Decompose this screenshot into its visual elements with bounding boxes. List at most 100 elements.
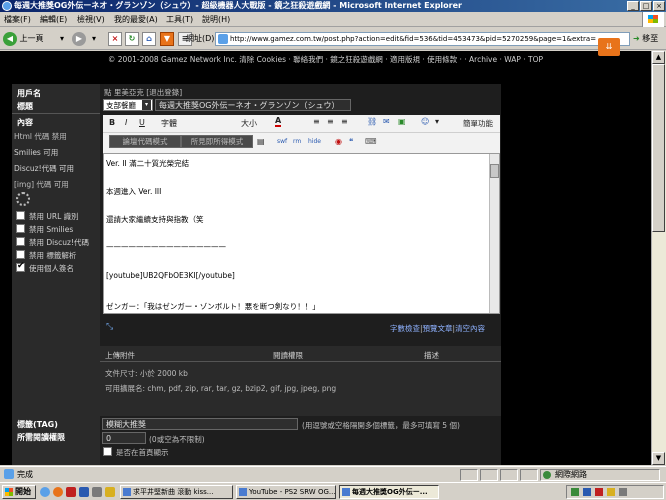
refresh-button[interactable]: ↻ (125, 32, 139, 46)
floating-download-icon[interactable]: ⇊ (598, 38, 620, 56)
taskbar-item[interactable]: YouTube - PS2 SRW OG... (236, 485, 336, 499)
font-select[interactable]: 字體 (161, 118, 177, 129)
windows-logo-icon (642, 12, 664, 27)
taskbar-item-active[interactable]: 每週大推獎OG外伝ー... (339, 485, 439, 499)
disable-discuz-checkbox[interactable] (16, 237, 25, 246)
disable-tag-parse-checkbox[interactable] (16, 250, 25, 259)
italic-button[interactable]: I (125, 118, 127, 127)
current-user-line: 點 里美亞克 [退出登錄] (104, 88, 183, 97)
email-icon[interactable]: ✉ (383, 117, 390, 126)
tray-icon[interactable] (595, 488, 603, 496)
html-code-status: Html 代碼 禁用 (14, 132, 67, 141)
clear-content-link[interactable]: 清空內容 (455, 324, 485, 333)
font-color-button[interactable]: A (275, 116, 282, 127)
minimize-button[interactable]: _ (627, 1, 639, 11)
tab-wysiwyg-mode[interactable]: 所見即所得模式 (181, 135, 253, 148)
address-bar[interactable]: http://www.gamez.com.tw/post.php?action=… (215, 32, 630, 46)
back-dropdown[interactable]: ▾ (60, 31, 70, 47)
quicklaunch-ie-icon[interactable] (40, 487, 50, 497)
read-permission-input[interactable]: 0 (102, 432, 146, 444)
hide-icon[interactable]: hide (308, 138, 321, 145)
code-icon[interactable]: ⌨ (365, 137, 377, 146)
category-value: 支部餐廳 (106, 101, 136, 110)
back-button[interactable]: ◀ 上一頁 (3, 31, 57, 47)
back-label: 上一頁 (19, 34, 44, 43)
maximize-button[interactable]: □ (640, 1, 652, 11)
quicklaunch-app-icon[interactable] (105, 487, 115, 497)
align-center-button[interactable]: ≡ (327, 117, 334, 126)
align-right-button[interactable]: ≡ (341, 117, 348, 126)
scroll-down-arrow[interactable]: ▼ (652, 452, 665, 465)
tags-input[interactable]: 模糊大推獎 (102, 418, 298, 430)
tray-icon[interactable] (607, 488, 615, 496)
forward-button[interactable]: ▶ (72, 31, 90, 47)
menu-bar: 檔案(F) 編輯(E) 檢視(V) 我的最愛(A) 工具(T) 說明(H) (0, 12, 666, 27)
toolbar: ◀ 上一頁 ▾ ▶ ▾ × ↻ ⌂ ▼ ≡ 網址(D) http://www.g… (0, 28, 666, 56)
disable-smilies-checkbox[interactable] (16, 224, 25, 233)
page-done-icon (4, 469, 14, 479)
align-left-button[interactable]: ≡ (313, 117, 320, 126)
close-button[interactable]: × (653, 1, 665, 11)
page-scroll-thumb[interactable] (652, 64, 665, 232)
use-signature-label: 使用個人簽名 (29, 264, 74, 273)
tray-icon[interactable] (619, 488, 627, 496)
scroll-up-arrow[interactable]: ▲ (652, 51, 665, 64)
subject-input[interactable]: 每週大推獎OG外伝ーネオ・グランゾン（シュウ） (155, 99, 351, 111)
menu-help[interactable]: 說明(H) (202, 14, 230, 25)
editor-scroll-thumb[interactable] (490, 164, 499, 178)
more-dropdown[interactable]: ▾ (435, 117, 439, 126)
quote-icon[interactable]: ❝ (349, 137, 353, 146)
home-button[interactable]: ⌂ (142, 32, 156, 46)
form-labels-column: 用戶名 標題 內容 Html 代碼 禁用 Smilies 可用 Discuz!代… (12, 84, 100, 465)
bold-button[interactable]: B (109, 118, 115, 127)
use-signature-checkbox[interactable] (16, 261, 25, 272)
img-code-status: [img] 代碼 可用 (14, 180, 69, 189)
menu-tools[interactable]: 工具(T) (166, 14, 193, 25)
start-button[interactable]: 開始 (2, 485, 36, 499)
tab-code-mode[interactable]: 論壇代碼模式 (109, 135, 181, 148)
smiley-icon[interactable]: ☺ (421, 117, 429, 126)
taskbar-item[interactable]: 求平井堅新曲 滾動 kiss... (120, 485, 233, 499)
underline-button[interactable]: U (139, 118, 145, 127)
quicklaunch-app-icon[interactable] (92, 487, 102, 497)
status-segment (500, 469, 518, 481)
simple-mode-toggle[interactable]: 簡單功能 (463, 118, 493, 129)
content-line: 還請大家繼續支持與指教（笑 (106, 215, 204, 224)
resize-handle-icon[interactable]: ⤡ (106, 322, 113, 332)
media-icon[interactable]: rm (293, 138, 301, 145)
image-icon[interactable]: ▣ (398, 117, 406, 126)
forward-arrow-icon: ▶ (72, 31, 86, 46)
smilies-status: Smilies 可用 (14, 148, 59, 157)
disable-smilies-label: 禁用 Smilies (29, 225, 74, 234)
quicklaunch-app-icon[interactable] (66, 487, 76, 497)
menu-file[interactable]: 檔案(F) (4, 14, 31, 25)
post-content-editor[interactable]: Ver. II 滿二十質光榮完結 本週進入 Ver. III 還請大家繼續支持與… (103, 153, 500, 314)
disable-url-checkbox[interactable] (16, 211, 25, 220)
subject-value: 每週大推獎OG外伝ーネオ・グランゾン（シュウ） (159, 101, 340, 110)
quicklaunch-app-icon[interactable] (79, 487, 89, 497)
quicklaunch-firefox-icon[interactable] (53, 487, 63, 497)
menu-edit[interactable]: 編輯(E) (40, 14, 67, 25)
editor-scrollbar[interactable] (489, 154, 499, 313)
content-line: ゼンガー：「我はゼンガー・ゾンボルト！悪を断つ剣なり！！」 (106, 302, 320, 311)
tray-icon[interactable] (571, 488, 579, 496)
hr-icon[interactable]: ▤ (257, 137, 265, 146)
download-button[interactable]: ▼ (160, 32, 174, 46)
rss-icon[interactable]: ◉ (335, 137, 342, 146)
link-icon[interactable]: ⛓ (367, 117, 377, 126)
tray-icon[interactable] (583, 488, 591, 496)
size-select[interactable]: 大小 (241, 118, 257, 129)
category-select[interactable]: 支部餐廳 ▾ (103, 99, 153, 111)
check-length-link[interactable]: 字數檢查 (390, 324, 420, 333)
filesize-note: 文件尺寸: 小於 2000 kb (105, 369, 188, 378)
preview-link[interactable]: 預覽文章 (423, 324, 453, 333)
subject-label: 標題 (17, 102, 33, 111)
menu-view[interactable]: 檢視(V) (77, 14, 105, 25)
content-line: Ver. II 滿二十質光榮完結 (106, 159, 190, 168)
menu-favorites[interactable]: 我的最愛(A) (114, 14, 158, 25)
go-button[interactable]: ➜ 移至 (633, 31, 665, 47)
homepage-checkbox[interactable] (103, 447, 112, 456)
flash-icon[interactable]: swf (277, 138, 287, 145)
forward-dropdown[interactable]: ▾ (92, 31, 102, 47)
stop-button[interactable]: × (108, 32, 122, 46)
